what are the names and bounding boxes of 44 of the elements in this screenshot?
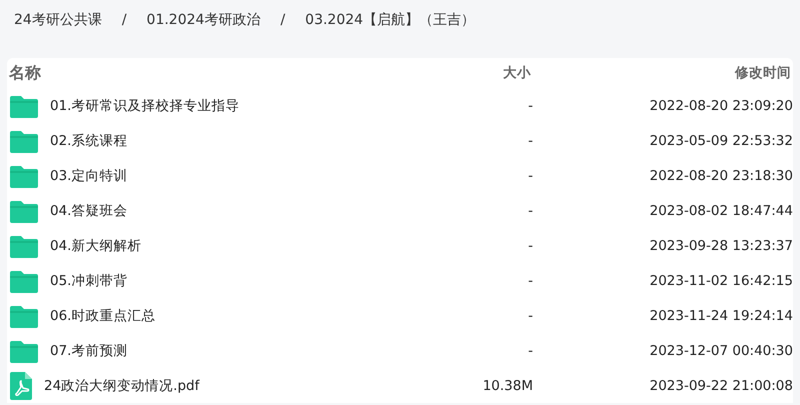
file-name[interactable]: 06.时政重点汇总 bbox=[50, 306, 156, 324]
file-size: - bbox=[527, 342, 533, 358]
breadcrumb-link[interactable]: 03.2024【启航】（王吉） bbox=[305, 11, 476, 29]
modified-time: 2023-08-02 18:47:44 bbox=[648, 202, 793, 218]
modified-time: 2023-09-22 21:00:08 bbox=[648, 378, 793, 394]
file-name[interactable]: 01.考研常识及择校择专业指导 bbox=[50, 96, 240, 114]
modified-time: 2023-12-07 00:40:30 bbox=[648, 342, 793, 358]
breadcrumb-separator: / bbox=[280, 12, 286, 28]
breadcrumb-link[interactable]: 01.2024考研政治 bbox=[146, 11, 260, 29]
file-size: - bbox=[527, 238, 533, 254]
file-name[interactable]: 04.新大纲解析 bbox=[50, 236, 142, 254]
folder-icon bbox=[10, 128, 38, 152]
folder-icon bbox=[10, 94, 38, 118]
folder-icon bbox=[10, 164, 38, 188]
file-size: - bbox=[527, 272, 533, 288]
column-header[interactable]: 名称 bbox=[7, 62, 413, 84]
modified-time: 2023-09-28 13:23:37 bbox=[648, 238, 793, 254]
pdf-file-icon bbox=[10, 372, 32, 400]
modified-time: 2022-08-20 23:09:20 bbox=[648, 98, 793, 114]
file-size: - bbox=[527, 168, 533, 184]
file-name[interactable]: 02.系统课程 bbox=[50, 132, 128, 150]
file-name[interactable]: 24政治大纲变动情况.pdf bbox=[44, 376, 200, 394]
modified-time: 2023-05-09 22:53:32 bbox=[648, 132, 793, 148]
file-size: 10.38M bbox=[482, 378, 533, 394]
column-header[interactable]: 修改时间 bbox=[533, 64, 793, 82]
folder-icon bbox=[10, 198, 38, 222]
breadcrumb-link[interactable]: 24考研公共课 bbox=[14, 11, 102, 29]
file-size: - bbox=[527, 132, 533, 148]
file-name[interactable]: 03.定向特训 bbox=[50, 166, 128, 184]
column-header[interactable]: 大小 bbox=[413, 64, 533, 82]
folder-icon bbox=[10, 304, 38, 328]
file-name[interactable]: 05.冲刺带背 bbox=[50, 272, 128, 290]
modified-time: 2022-08-20 23:18:30 bbox=[648, 168, 793, 184]
modified-time: 2023-11-02 16:42:15 bbox=[648, 272, 793, 288]
file-name[interactable]: 07.考前预测 bbox=[50, 342, 128, 360]
modified-time: 2023-11-24 19:24:14 bbox=[648, 308, 793, 324]
breadcrumb-separator: / bbox=[122, 12, 127, 28]
folder-icon bbox=[10, 268, 38, 292]
folder-icon bbox=[10, 338, 38, 362]
file-size: - bbox=[527, 308, 533, 324]
file-name[interactable]: 04.答疑班会 bbox=[50, 202, 128, 220]
file-size: - bbox=[527, 98, 533, 114]
folder-icon bbox=[10, 234, 38, 258]
file-size: - bbox=[527, 202, 533, 218]
